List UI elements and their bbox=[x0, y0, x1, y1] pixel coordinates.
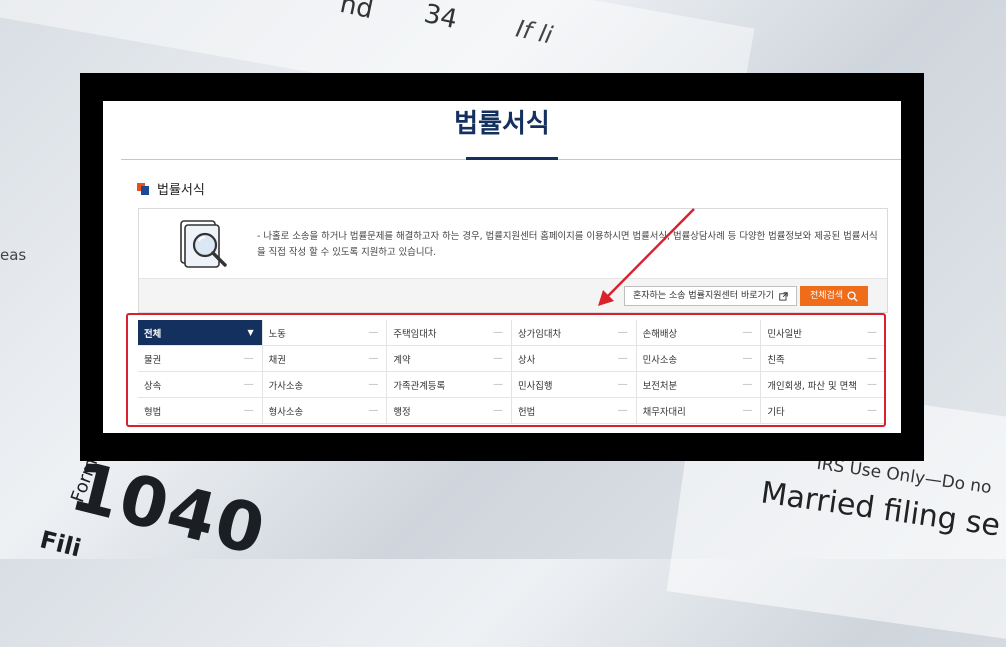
section-heading: 법률서식 bbox=[137, 179, 205, 198]
title-underline bbox=[466, 157, 558, 160]
page-title: 법률서식 bbox=[454, 108, 550, 138]
action-bar: 혼자하는 소송 법률지원센터 바로가기 전체검색 bbox=[138, 278, 888, 313]
external-link-icon bbox=[779, 291, 788, 301]
bg-filing-text: Fili bbox=[37, 525, 84, 563]
legal-center-link-label: 혼자하는 소송 법률지원센터 바로가기 bbox=[633, 291, 775, 301]
bg-form-number: 1040 bbox=[63, 447, 274, 572]
section-marker-icon bbox=[137, 182, 149, 195]
full-search-label: 전체검색 bbox=[809, 291, 844, 301]
section-title: 법률서식 bbox=[157, 183, 205, 198]
highlight-box bbox=[126, 313, 886, 427]
bg-text-left: eas bbox=[0, 246, 27, 264]
document-search-icon bbox=[180, 220, 227, 268]
search-icon bbox=[847, 290, 858, 302]
full-search-button[interactable]: 전체검색 bbox=[800, 286, 868, 306]
legal-center-link-button[interactable]: 혼자하는 소송 법률지원센터 바로가기 bbox=[624, 286, 798, 306]
info-box: - 나홀로 소송을 하거나 법률문제를 해결하고자 하는 경우, 법률지원센터 … bbox=[138, 208, 888, 279]
info-description: - 나홀로 소송을 하거나 법률문제를 해결하고자 하는 경우, 법률지원센터 … bbox=[257, 231, 878, 258]
